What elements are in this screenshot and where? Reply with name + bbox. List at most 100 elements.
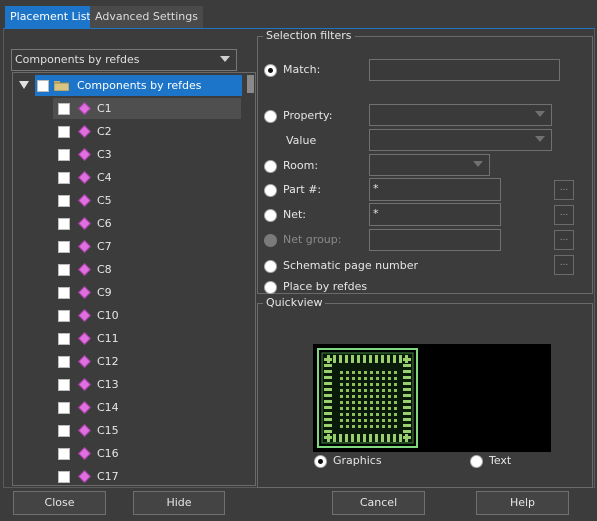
tree-item-checkbox[interactable] — [58, 471, 70, 483]
tree-item-label: C15 — [97, 424, 119, 437]
tree-item-row[interactable]: C4 — [13, 167, 243, 188]
net-group-input[interactable] — [369, 229, 501, 251]
component-diamond-icon — [78, 470, 91, 483]
net-input[interactable]: * — [369, 203, 501, 226]
tree-item-checkbox[interactable] — [58, 195, 70, 207]
tree-item-row[interactable]: C12 — [13, 351, 243, 372]
tree-item-checkbox[interactable] — [58, 333, 70, 345]
tree-item-label: C10 — [97, 309, 119, 322]
component-diamond-icon — [78, 447, 91, 460]
tree-item-label: C5 — [97, 194, 112, 207]
match-label: Match: — [283, 63, 321, 76]
tree-root-row[interactable]: Components by refdes — [13, 75, 243, 96]
text-radio[interactable] — [470, 455, 483, 468]
tree-item-checkbox[interactable] — [58, 241, 70, 253]
tree-item-row[interactable]: C14 — [13, 397, 243, 418]
part-input[interactable]: * — [369, 178, 501, 201]
tree-item-row[interactable]: C11 — [13, 328, 243, 349]
component-diamond-icon — [78, 240, 91, 253]
room-radio[interactable] — [264, 160, 277, 173]
tree-item-checkbox[interactable] — [58, 126, 70, 138]
list-type-dropdown[interactable]: Components by refdes — [11, 49, 237, 71]
net-group-browse-button[interactable]: ... — [554, 230, 574, 250]
tree-root-checkbox[interactable] — [37, 80, 49, 92]
tree-item-row[interactable]: C9 — [13, 282, 243, 303]
tree-item-row[interactable]: C3 — [13, 144, 243, 165]
help-button[interactable]: Help — [476, 491, 569, 515]
list-type-value: Components by refdes — [15, 53, 140, 66]
tree-root-label: Components by refdes — [77, 79, 202, 92]
component-diamond-icon — [78, 401, 91, 414]
component-diamond-icon — [78, 263, 91, 276]
tree-item-row[interactable]: C13 — [13, 374, 243, 395]
graphics-label: Graphics — [333, 454, 382, 467]
tree-item-label: C7 — [97, 240, 112, 253]
tree-scrollbar-thumb[interactable] — [247, 75, 254, 93]
property-label: Property: — [283, 109, 333, 122]
tree-item-row[interactable]: C1 — [13, 98, 243, 119]
net-browse-button[interactable]: ... — [554, 205, 574, 225]
chevron-down-icon — [535, 136, 545, 142]
tree-item-checkbox[interactable] — [58, 287, 70, 299]
net-group-radio[interactable] — [264, 234, 277, 247]
chevron-down-icon — [473, 161, 483, 167]
tab-placement-list[interactable]: Placement List — [5, 6, 96, 28]
expand-triangle-icon[interactable] — [19, 81, 29, 89]
quickview-title: Quickview — [263, 296, 326, 309]
text-label: Text — [489, 454, 512, 467]
property-radio[interactable] — [264, 110, 277, 123]
tree-item-checkbox[interactable] — [58, 264, 70, 276]
tree-item-label: C13 — [97, 378, 119, 391]
tree-item-checkbox[interactable] — [58, 310, 70, 322]
match-radio[interactable] — [264, 64, 277, 77]
tree-item-row[interactable]: C10 — [13, 305, 243, 326]
cancel-button[interactable]: Cancel — [332, 491, 425, 515]
part-radio[interactable] — [264, 184, 277, 197]
component-diamond-icon — [78, 355, 91, 368]
hide-button[interactable]: Hide — [133, 491, 225, 515]
tree-item-row[interactable]: C2 — [13, 121, 243, 142]
part-browse-button[interactable]: ... — [554, 180, 574, 200]
close-button[interactable]: Close — [13, 491, 106, 515]
folder-icon — [54, 81, 69, 91]
tree-item-checkbox[interactable] — [58, 356, 70, 368]
tree-item-checkbox[interactable] — [58, 103, 70, 115]
schematic-page-radio[interactable] — [264, 260, 277, 273]
property-dropdown[interactable] — [369, 104, 552, 126]
tree-item-checkbox[interactable] — [58, 402, 70, 414]
tree-item-checkbox[interactable] — [58, 172, 70, 184]
tab-advanced-settings[interactable]: Advanced Settings — [90, 6, 203, 28]
tree-item-label: C12 — [97, 355, 119, 368]
graphics-radio[interactable] — [314, 455, 327, 468]
net-radio[interactable] — [264, 209, 277, 222]
tree-item-checkbox[interactable] — [58, 448, 70, 460]
tree-item-row[interactable]: C5 — [13, 190, 243, 211]
tree-item-checkbox[interactable] — [58, 379, 70, 391]
room-dropdown[interactable] — [369, 154, 490, 176]
component-diamond-icon — [78, 309, 91, 322]
tree-item-checkbox[interactable] — [58, 425, 70, 437]
tree-item-checkbox[interactable] — [58, 218, 70, 230]
tree-item-row[interactable]: C8 — [13, 259, 243, 280]
part-label: Part #: — [283, 183, 322, 196]
tree-item-label: C1 — [97, 102, 112, 115]
tree-item-row[interactable]: C7 — [13, 236, 243, 257]
tree-item-row[interactable]: C17 — [13, 466, 243, 485]
match-input[interactable] — [369, 59, 560, 81]
component-diamond-icon — [78, 194, 91, 207]
component-diamond-icon — [78, 148, 91, 161]
tree-item-row[interactable]: C15 — [13, 420, 243, 441]
tree-item-row[interactable]: C6 — [13, 213, 243, 234]
tree-item-checkbox[interactable] — [58, 149, 70, 161]
place-by-refdes-radio[interactable] — [264, 281, 277, 294]
component-diamond-icon — [78, 424, 91, 437]
value-dropdown[interactable] — [369, 129, 552, 151]
component-tree[interactable]: Components by refdes C1 C2 C3 C4 C5 C6 C7 C8 C9 C… — [12, 72, 256, 486]
tree-item-label: C9 — [97, 286, 112, 299]
component-diamond-icon — [78, 125, 91, 138]
tree-item-label: C14 — [97, 401, 119, 414]
chevron-down-icon — [220, 56, 230, 62]
tree-scrollbar[interactable] — [245, 73, 255, 485]
tree-item-row[interactable]: C16 — [13, 443, 243, 464]
schematic-page-browse-button[interactable]: ... — [554, 255, 574, 275]
